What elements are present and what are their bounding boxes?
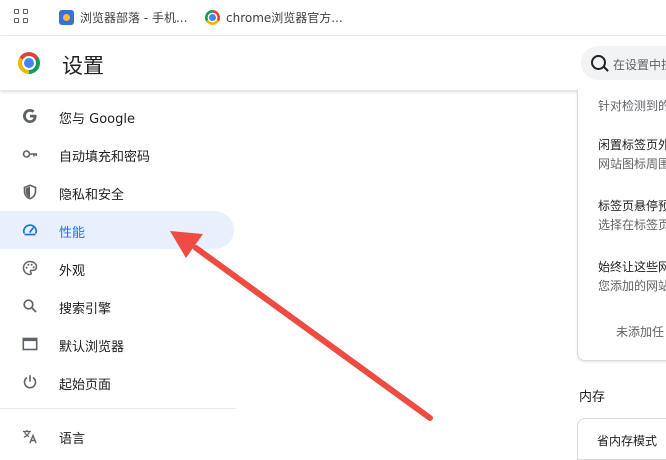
sidebar-item-search-engine[interactable]: 搜索引擎	[0, 287, 234, 325]
sidebar-item-autofill[interactable]: 自动填充和密码	[0, 135, 234, 173]
row-description: 针对检测到的	[598, 99, 666, 113]
key-icon	[22, 150, 38, 158]
gauge-icon	[22, 224, 38, 236]
no-sites-added-text: 未添加任	[616, 325, 665, 339]
performance-settings-card: 针对检测到的 闲置标签页外 网站图标周围 标签页悬停预 选择在标签页 始终让这些…	[577, 90, 666, 361]
bookmarks-bar: 浏览器部落 - 手机... chrome浏览器官方...	[0, 0, 666, 36]
sidebar-item-label: 性能	[59, 226, 86, 241]
always-active-sites-row[interactable]: 始终让这些网 您添加的网站	[598, 258, 666, 296]
bookmark-item[interactable]: 浏览器部落 - 手机...	[59, 8, 187, 26]
chrome-favicon-icon	[205, 9, 220, 25]
search-placeholder: 在设置中搜	[613, 58, 666, 72]
page-title: 设置	[62, 54, 104, 78]
row-description: 选择在标签页	[598, 218, 666, 232]
sidebar-item-on-startup[interactable]: 起始页面	[0, 363, 234, 401]
search-icon	[23, 299, 37, 313]
sidebar-item-you-and-google[interactable]: 您与 Google	[0, 97, 234, 135]
memory-saver-card[interactable]: 省内存模式	[577, 418, 666, 460]
power-icon	[23, 375, 37, 389]
sidebar-item-label: 语言	[59, 432, 86, 447]
settings-header: 设置 在设置中搜	[0, 36, 666, 90]
site-favicon-icon	[59, 9, 74, 25]
row-title: 闲置标签页外	[598, 138, 666, 152]
tab-discard-row[interactable]: 针对检测到的	[598, 90, 666, 116]
row-title: 标签页悬停预	[598, 199, 666, 213]
shield-icon	[23, 184, 37, 200]
tab-hover-preview-row[interactable]: 标签页悬停预 选择在标签页	[598, 197, 666, 235]
sidebar-item-label: 自动填充和密码	[59, 150, 151, 165]
bookmark-item[interactable]: chrome浏览器官方...	[205, 8, 343, 26]
translate-icon	[23, 430, 37, 444]
sidebar-item-label: 默认浏览器	[59, 340, 125, 355]
search-icon	[591, 55, 606, 70]
sidebar-item-privacy[interactable]: 隐私和安全	[0, 173, 234, 211]
sidebar-item-performance[interactable]: 性能	[0, 211, 234, 249]
palette-icon	[22, 260, 38, 276]
memory-saver-label: 省内存模式	[597, 434, 658, 448]
bookmark-label: chrome浏览器官方...	[226, 10, 343, 25]
sidebar-item-label: 隐私和安全	[59, 188, 125, 203]
sidebar-item-label: 您与 Google	[59, 112, 135, 127]
memory-section-title: 内存	[579, 390, 606, 405]
row-description: 网站图标周围	[598, 157, 666, 171]
row-title: 始终让这些网	[598, 260, 666, 274]
sidebar-item-default-browser[interactable]: 默认浏览器	[0, 325, 234, 363]
sidebar-item-appearance[interactable]: 外观	[0, 249, 234, 287]
bookmark-label: 浏览器部落 - 手机...	[80, 10, 188, 25]
google-icon	[23, 109, 37, 123]
settings-search-input[interactable]: 在设置中搜	[581, 46, 666, 80]
sidebar-item-label: 搜索引擎	[59, 302, 112, 317]
sidebar-item-label: 外观	[59, 264, 86, 279]
inactive-tabs-row[interactable]: 闲置标签页外 网站图标周围	[598, 136, 666, 174]
sidebar-item-languages[interactable]: 语言	[0, 417, 234, 455]
apps-grid-icon[interactable]	[14, 9, 30, 25]
sidebar-item-label: 起始页面	[59, 378, 112, 393]
row-description: 您添加的网站	[598, 279, 666, 293]
chrome-logo-icon	[18, 52, 40, 74]
sidebar-divider	[0, 408, 236, 409]
browser-window-icon	[22, 337, 38, 351]
